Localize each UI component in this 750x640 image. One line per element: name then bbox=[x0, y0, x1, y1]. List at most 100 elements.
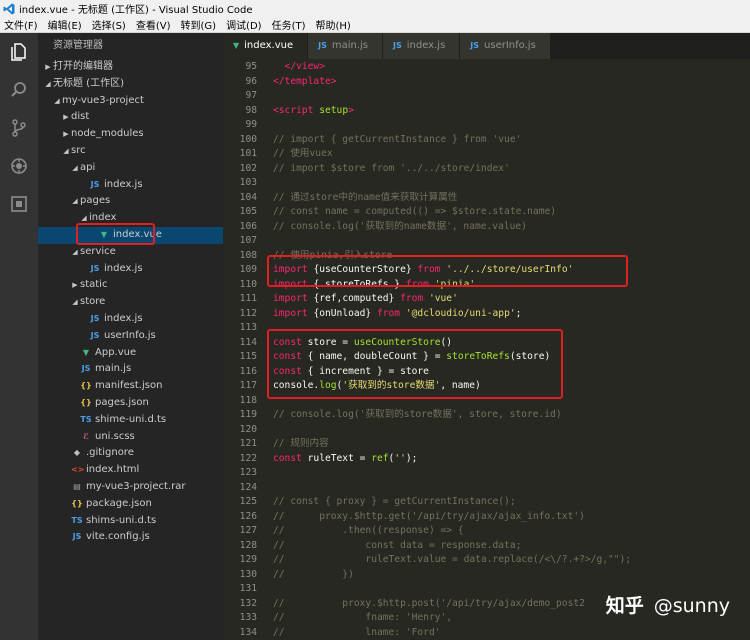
title-bar: index.vue - 无标题 (工作区) - Visual Studio Co… bbox=[0, 0, 750, 17]
code-line: 113 bbox=[223, 321, 257, 336]
code-editor[interactable]: 95 </view> 96 </template> 97 98 <script setup… bbox=[223, 59, 750, 640]
menu-item[interactable]: 查看(V) bbox=[131, 17, 176, 32]
vue-file-icon: ▼ bbox=[100, 229, 108, 239]
code-token: {useCounterStore} bbox=[313, 264, 418, 275]
code-line: 130 // }) bbox=[223, 568, 354, 583]
code-token: import bbox=[273, 278, 314, 290]
code-text: // import { getCurrentInstance } from 'v… bbox=[273, 133, 521, 148]
code-line: 133 // fname: 'Henry', bbox=[223, 611, 452, 626]
html-file-icon: <> bbox=[71, 465, 85, 475]
code-token: // import { getCurrentInstance } from 'v… bbox=[273, 133, 522, 145]
tree-item[interactable]: ◆ .gitignore bbox=[38, 445, 223, 462]
tab-index-js[interactable]: JS index.js bbox=[383, 33, 460, 59]
chevron-right-icon: ▶ bbox=[63, 130, 69, 139]
tree-item[interactable]: ▶ dist bbox=[38, 109, 223, 126]
code-token: , name) bbox=[440, 380, 481, 391]
tab-index-vue[interactable]: ▼ index.vue bbox=[223, 33, 308, 59]
tree-item[interactable]: ◢ api bbox=[38, 160, 223, 177]
line-number: 126 bbox=[239, 510, 257, 522]
tree-item[interactable]: JS vite.config.js bbox=[38, 529, 223, 546]
tree-item-label: index.html bbox=[86, 464, 140, 476]
code-line: 112 import {onUnload} from '@dcloudio/uni… bbox=[223, 307, 522, 322]
line-number: 100 bbox=[239, 133, 257, 145]
tree-item[interactable]: ◢ pages bbox=[38, 193, 223, 210]
code-line: 117 console.log('获取到的store数据', name) bbox=[223, 379, 481, 394]
tree-item[interactable]: ▤ my-vue3-project.rar bbox=[38, 479, 223, 496]
code-token: from bbox=[400, 293, 429, 304]
watermark-site: 知乎 bbox=[605, 595, 644, 617]
code-line: 109 import {useCounterStore} from '../../… bbox=[223, 263, 574, 278]
menu-item[interactable]: 转到(G) bbox=[176, 17, 222, 32]
search-icon[interactable] bbox=[0, 71, 38, 109]
code-line: 96 </template> bbox=[223, 75, 336, 90]
tree-item-label: api bbox=[80, 161, 96, 173]
code-line: 108 // 使用pinia,引入store bbox=[223, 249, 393, 264]
chevron-down-icon: ◢ bbox=[72, 298, 78, 307]
tree-item-label: shime-uni.d.ts bbox=[95, 413, 167, 425]
line-number: 116 bbox=[239, 365, 257, 377]
menu-item[interactable]: 任务(T) bbox=[267, 17, 311, 32]
js-file-icon: JS bbox=[90, 263, 100, 273]
code-line: 116 const { increment } = store bbox=[223, 365, 429, 380]
tree-item-label: .gitignore bbox=[86, 447, 134, 459]
code-token: 'pinia' bbox=[434, 278, 476, 290]
line-number: 127 bbox=[239, 525, 257, 536]
code-line: 104 // 通过store中的name值来获取计算属性 bbox=[223, 191, 458, 206]
code-text: // const { proxy } = getCurrentInstance(… bbox=[273, 495, 516, 510]
tab-userinfo-js[interactable]: JS userInfo.js bbox=[460, 33, 550, 59]
tree-item[interactable]: TS shime-uni.d.ts bbox=[38, 412, 223, 429]
code-text: // console.log('获取到的name数据', name.value) bbox=[273, 220, 527, 235]
tree-item[interactable]: JS index.js bbox=[38, 177, 223, 194]
js-file-icon: JS bbox=[72, 532, 82, 542]
tree-item-label: 无标题 (工作区) bbox=[53, 77, 124, 89]
tree-item[interactable]: ▶ 打开的编辑器 bbox=[38, 59, 223, 76]
tree-item-label: uni.scss bbox=[95, 430, 135, 442]
tree-item[interactable]: {} manifest.json bbox=[38, 378, 223, 395]
tree-item[interactable]: ▼ index.vue bbox=[38, 226, 223, 244]
tree-item-label: dist bbox=[71, 111, 90, 123]
tree-item[interactable]: {} package.json bbox=[38, 496, 223, 513]
code-line: 98 <script setup> bbox=[223, 104, 353, 119]
menu-item[interactable]: 编辑(E) bbox=[43, 17, 87, 32]
code-text: </view> bbox=[273, 60, 325, 75]
tree-item[interactable]: JS index.js bbox=[38, 311, 223, 328]
tree-item[interactable]: ▶ node_modules bbox=[38, 126, 223, 143]
explorer-header: 资源管理器 bbox=[53, 40, 103, 51]
menu-item[interactable]: 选择(S) bbox=[87, 17, 131, 32]
code-line: 128 // const data = response.data; bbox=[223, 539, 522, 554]
tree-item[interactable]: ▶ static bbox=[38, 277, 223, 294]
menu-item[interactable]: 帮助(H) bbox=[311, 17, 356, 32]
tree-item[interactable]: ◢ index bbox=[38, 210, 223, 227]
line-number: 128 bbox=[239, 539, 257, 551]
code-line: 110 import { storeToRefs } from 'pinia' bbox=[223, 278, 476, 293]
menu-item[interactable]: 调试(D) bbox=[221, 17, 267, 32]
tree-item[interactable]: <> index.html bbox=[38, 462, 223, 479]
code-token: setup bbox=[319, 104, 349, 116]
tree-item[interactable]: ◢ store bbox=[38, 294, 223, 311]
menu-item[interactable]: 文件(F) bbox=[0, 17, 43, 32]
line-number: 119 bbox=[239, 409, 257, 420]
js-file-icon: JS bbox=[81, 364, 91, 374]
extensions-icon[interactable] bbox=[0, 185, 38, 223]
code-token: '' bbox=[394, 452, 406, 464]
tree-item[interactable]: ◢ src bbox=[38, 143, 223, 160]
code-line: 122 const ruleText = ref(''); bbox=[223, 452, 418, 467]
code-token: // ruleText.value = data.replace(/<\/?.+… bbox=[273, 554, 632, 565]
source-control-icon[interactable] bbox=[0, 109, 38, 147]
debug-icon[interactable] bbox=[0, 147, 38, 185]
tree-item[interactable]: JS index.js bbox=[38, 261, 223, 278]
tree-item[interactable]: TS shims-uni.d.ts bbox=[38, 513, 223, 530]
tree-item[interactable]: ▼ App.vue bbox=[38, 345, 223, 362]
tree-item[interactable]: ◢ service bbox=[38, 244, 223, 261]
explorer-icon[interactable] bbox=[0, 33, 38, 71]
tree-item[interactable]: JS main.js bbox=[38, 361, 223, 378]
code-token: from bbox=[405, 278, 435, 290]
tab-main-js[interactable]: JS main.js bbox=[308, 33, 383, 59]
tree-item[interactable]: {} pages.json bbox=[38, 395, 223, 412]
tree-item[interactable]: ◢ my-vue3-project bbox=[38, 93, 223, 110]
tree-item[interactable]: JS userInfo.js bbox=[38, 328, 223, 345]
tree-item[interactable]: ◢ 无标题 (工作区) bbox=[38, 76, 223, 93]
tree-item[interactable]: ℰuni.scss bbox=[38, 429, 223, 446]
tree-item-label: shims-uni.d.ts bbox=[86, 514, 157, 526]
line-number: 110 bbox=[239, 278, 257, 290]
